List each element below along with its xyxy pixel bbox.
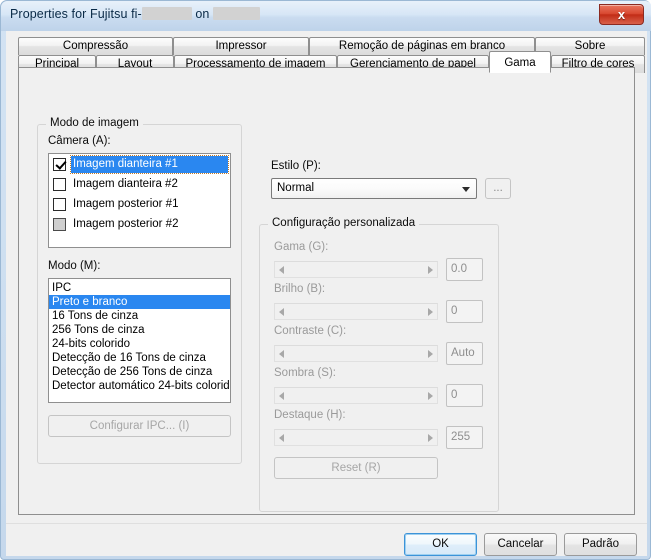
tab-gama[interactable]: Gama (489, 51, 551, 73)
camera-item-label: Imagem posterior #1 (73, 198, 179, 210)
tab-sobre[interactable]: Sobre (535, 37, 645, 55)
default-button[interactable]: Padrão (564, 533, 637, 556)
checkbox-icon[interactable] (53, 197, 66, 211)
arrow-right-icon (428, 308, 433, 316)
arrow-right-icon (428, 266, 433, 274)
close-icon: x (617, 7, 626, 22)
window-title-prefix: Properties for Fujitsu fi- (10, 7, 142, 21)
window-title-middle: on (191, 7, 214, 21)
reset-button: Reset (R) (274, 457, 438, 479)
window-title: Properties for Fujitsu fi- on (10, 7, 261, 21)
camera-item-back-2: Imagem posterior #2 (49, 214, 230, 234)
footer-separator (6, 523, 647, 524)
configure-ipc-button: Configurar IPC... (I) (48, 415, 231, 437)
camera-item-label: Imagem posterior #2 (73, 218, 179, 230)
cancel-button[interactable]: Cancelar (484, 533, 557, 556)
gamma-slider (274, 261, 438, 278)
checkbox-icon[interactable] (53, 157, 66, 171)
dialog-window: Properties for Fujitsu fi- on x Compress… (0, 0, 651, 560)
tab-page-gama: Modo de imagem Câmera (A): Imagem diante… (18, 67, 635, 515)
contrast-value: Auto (446, 342, 483, 365)
camera-item-label: Imagem dianteira #2 (73, 178, 178, 190)
arrow-right-icon (428, 350, 433, 358)
contrast-slider (274, 345, 438, 362)
redacted-host-name (213, 7, 261, 20)
brightness-slider (274, 303, 438, 320)
arrow-left-icon (279, 308, 284, 316)
camera-item-back-1[interactable]: Imagem posterior #1 (49, 194, 230, 214)
camera-label: Câmera (A): (48, 135, 111, 147)
shadow-label: Sombra (S): (274, 367, 336, 379)
mode-listbox[interactable]: IPC Preto e branco 16 Tons de cinza 256 … (48, 278, 231, 403)
camera-item-label: Imagem dianteira #1 (71, 157, 180, 171)
style-combobox-value: Normal (277, 182, 315, 194)
title-bar[interactable]: Properties for Fujitsu fi- on x (1, 1, 651, 31)
redacted-model-name (141, 7, 192, 20)
chevron-down-icon[interactable] (462, 187, 470, 192)
mode-item-16-tons-cinza[interactable]: 16 Tons de cinza (49, 309, 230, 323)
tab-impressor[interactable]: Impressor (173, 37, 309, 55)
gamma-value: 0.0 (446, 258, 483, 281)
arrow-left-icon (279, 350, 284, 358)
arrow-right-icon (428, 392, 433, 400)
mode-item-preto-e-branco[interactable]: Preto e branco (49, 295, 230, 309)
style-more-button: ... (485, 178, 511, 199)
mode-item-deteccao-16-tons[interactable]: Detecção de 16 Tons de cinza (49, 351, 230, 365)
camera-item-front-1[interactable]: Imagem dianteira #1 (49, 154, 230, 174)
shadow-slider (274, 387, 438, 404)
highlight-value: 255 (446, 426, 483, 449)
brightness-label: Brilho (B): (274, 283, 326, 295)
contrast-label: Contraste (C): (274, 325, 347, 337)
image-mode-groupbox: Modo de imagem Câmera (A): Imagem diante… (37, 117, 242, 464)
camera-item-front-2[interactable]: Imagem dianteira #2 (49, 174, 230, 194)
highlight-slider (274, 429, 438, 446)
mode-label: Modo (M): (48, 260, 101, 272)
highlight-label: Destaque (H): (274, 409, 346, 421)
mode-item-detector-automatico[interactable]: Detector automático 24-bits colorido (49, 379, 230, 393)
mode-item-ipc[interactable]: IPC (49, 281, 230, 295)
ok-button[interactable]: OK (404, 533, 477, 556)
mode-item-24-bits-colorido[interactable]: 24-bits colorido (49, 337, 230, 351)
tab-compressao[interactable]: Compressão (18, 37, 173, 55)
checkbox-icon (53, 217, 66, 231)
camera-listbox[interactable]: Imagem dianteira #1 Imagem dianteira #2 … (48, 153, 231, 248)
close-button[interactable]: x (599, 4, 644, 25)
arrow-right-icon (428, 434, 433, 442)
image-mode-group-title: Modo de imagem (46, 117, 143, 129)
custom-config-group-title: Configuração personalizada (268, 217, 420, 229)
shadow-value: 0 (446, 384, 483, 407)
arrow-left-icon (279, 434, 284, 442)
style-combobox[interactable]: Normal (271, 178, 477, 199)
checkbox-icon[interactable] (53, 177, 66, 191)
mode-item-256-tons-cinza[interactable]: 256 Tons de cinza (49, 323, 230, 337)
mode-item-deteccao-256-tons[interactable]: Detecção de 256 Tons de cinza (49, 365, 230, 379)
gamma-label: Gama (G): (274, 241, 329, 253)
arrow-left-icon (279, 266, 284, 274)
brightness-value: 0 (446, 300, 483, 323)
custom-config-groupbox: Configuração personalizada Gama (G): 0.0… (259, 217, 499, 512)
arrow-left-icon (279, 392, 284, 400)
dialog-client-area: Compressão Impressor Remoção de páginas … (6, 31, 647, 556)
style-label: Estilo (P): (271, 160, 321, 172)
